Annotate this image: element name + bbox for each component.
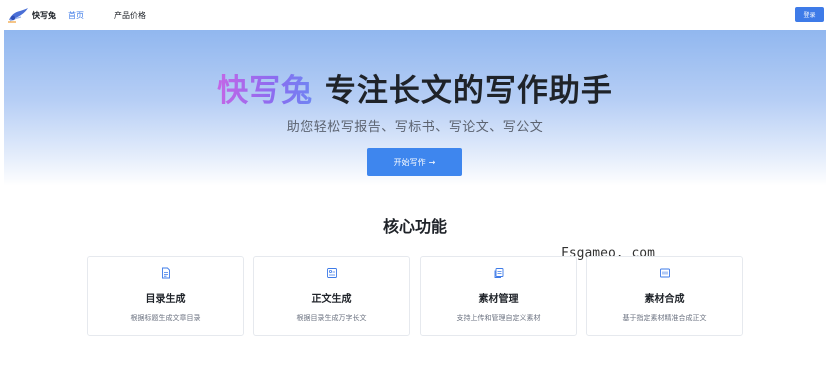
login-button[interactable]: 登录 (795, 7, 824, 22)
logo[interactable]: 快写兔 (7, 7, 56, 23)
top-navbar: 快写兔 首页 产品价格 登录 (0, 0, 830, 30)
image-text-icon (327, 268, 337, 278)
feature-card-body[interactable]: 正文生成 根据目录生成万字长文 (253, 256, 410, 336)
arrow-right-icon: → (428, 157, 436, 167)
hero-banner: 快写兔 专注长文的写作助手 助您轻松写报告、写标书、写论文、写公文 开始写作 → (4, 30, 826, 186)
nav-home[interactable]: 首页 (68, 10, 84, 21)
rabbit-logo-icon (8, 8, 28, 23)
feature-card-materials[interactable]: 素材管理 支持上传和管理自定义素材 (420, 256, 577, 336)
start-writing-label: 开始写作 (393, 157, 426, 167)
nav-pricing[interactable]: 产品价格 (114, 10, 146, 21)
hero-tagline: 专注长文的写作助手 (313, 73, 613, 109)
feature-desc: 根据目录生成万字长文 (296, 314, 367, 322)
compose-icon (660, 268, 670, 278)
feature-title: 正文生成 (311, 294, 352, 305)
logo-text: 快写兔 (32, 10, 56, 20)
feature-title: 素材合成 (644, 294, 685, 305)
features-title: 核心功能 (382, 217, 447, 236)
hero-brand: 快写兔 (217, 73, 314, 109)
files-icon (494, 268, 504, 278)
feature-desc: 根据标题生成文章目录 (130, 314, 201, 322)
hero-subtitle: 助您轻松写报告、写标书、写论文、写公文 (286, 120, 544, 135)
hero-title: 快写兔 专注长文的写作助手 (4, 65, 826, 110)
document-icon (162, 267, 170, 279)
feature-desc: 支持上传和管理自定义素材 (456, 314, 541, 322)
feature-title: 素材管理 (478, 294, 519, 305)
feature-title: 目录生成 (145, 294, 186, 305)
feature-card-compose[interactable]: 素材合成 基于指定素材精准合成正文 (586, 256, 743, 336)
feature-desc: 基于指定素材精准合成正文 (622, 314, 707, 322)
feature-card-outline[interactable]: 目录生成 根据标题生成文章目录 (87, 256, 244, 336)
start-writing-button[interactable]: 开始写作 → (367, 148, 462, 176)
